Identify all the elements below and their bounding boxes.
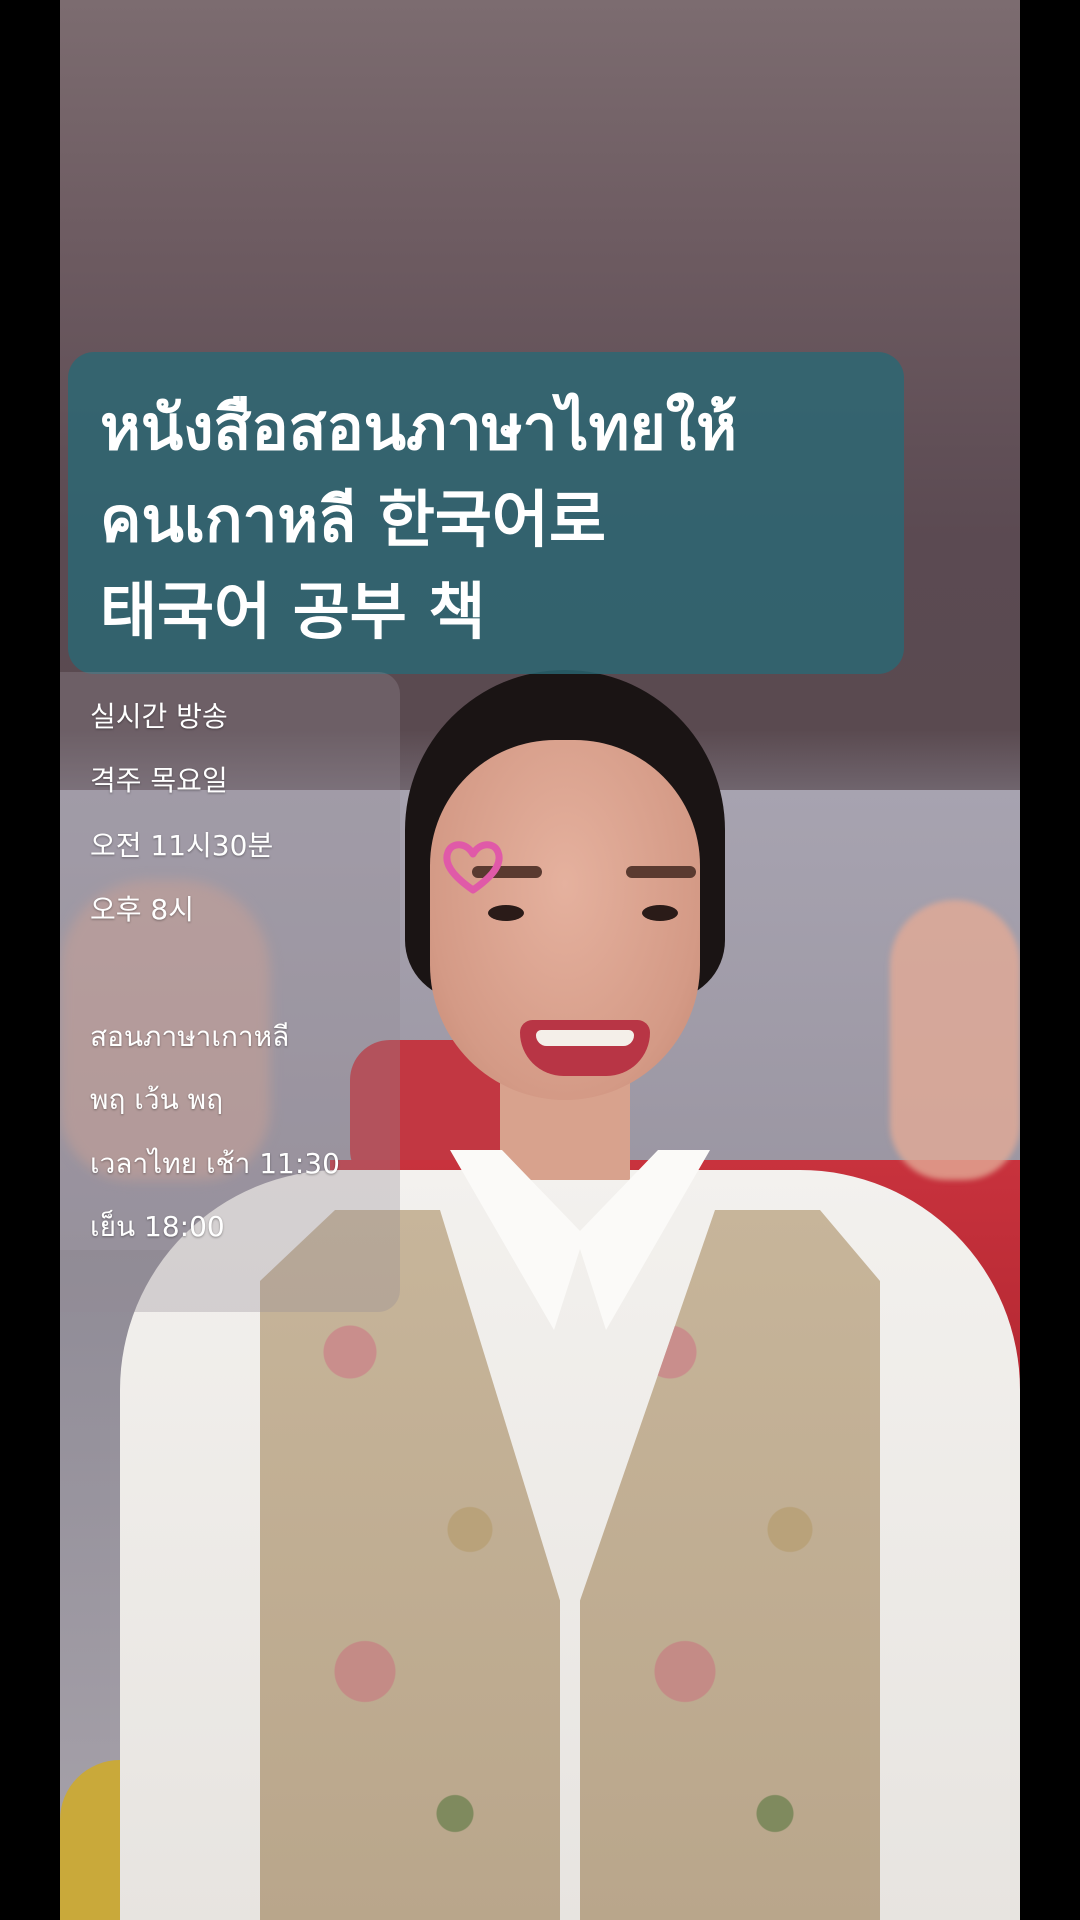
schedule-ko-3: 오전 11시30분 [90, 829, 274, 862]
schedule-th-3: เวลาไทย เช้า 11:30 [90, 1147, 340, 1180]
schedule-ko-1: 실시간 방송 [90, 700, 228, 733]
schedule-th-4: เย็น 18:00 [90, 1210, 225, 1243]
schedule-ko-2: 격주 목요일 [90, 764, 228, 797]
waving-hand-right [890, 900, 1020, 1180]
smiling-mouth [520, 1020, 650, 1076]
schedule-th-1: สอนภาษาเกาหลี [90, 1020, 290, 1053]
left-eye [488, 905, 524, 921]
title-banner: หนังสือสอนภาษาไทยให้ คนเกาหลี 한국어로 태국어 공… [68, 352, 904, 674]
teeth [536, 1030, 634, 1046]
title-line-1: หนังสือสอนภาษาไทยให้ [100, 391, 737, 464]
heart-sticker-icon [443, 841, 503, 894]
schedule-th-2: พฤ เว้น พฤ [90, 1083, 224, 1116]
right-eyebrow [626, 866, 696, 878]
title-line-2: คนเกาหลี 한국어로 [100, 483, 607, 556]
schedule-ko-4: 오후 8시 [90, 893, 194, 926]
title-line-3: 태국어 공부 책 [100, 575, 486, 648]
right-eye [642, 905, 678, 921]
